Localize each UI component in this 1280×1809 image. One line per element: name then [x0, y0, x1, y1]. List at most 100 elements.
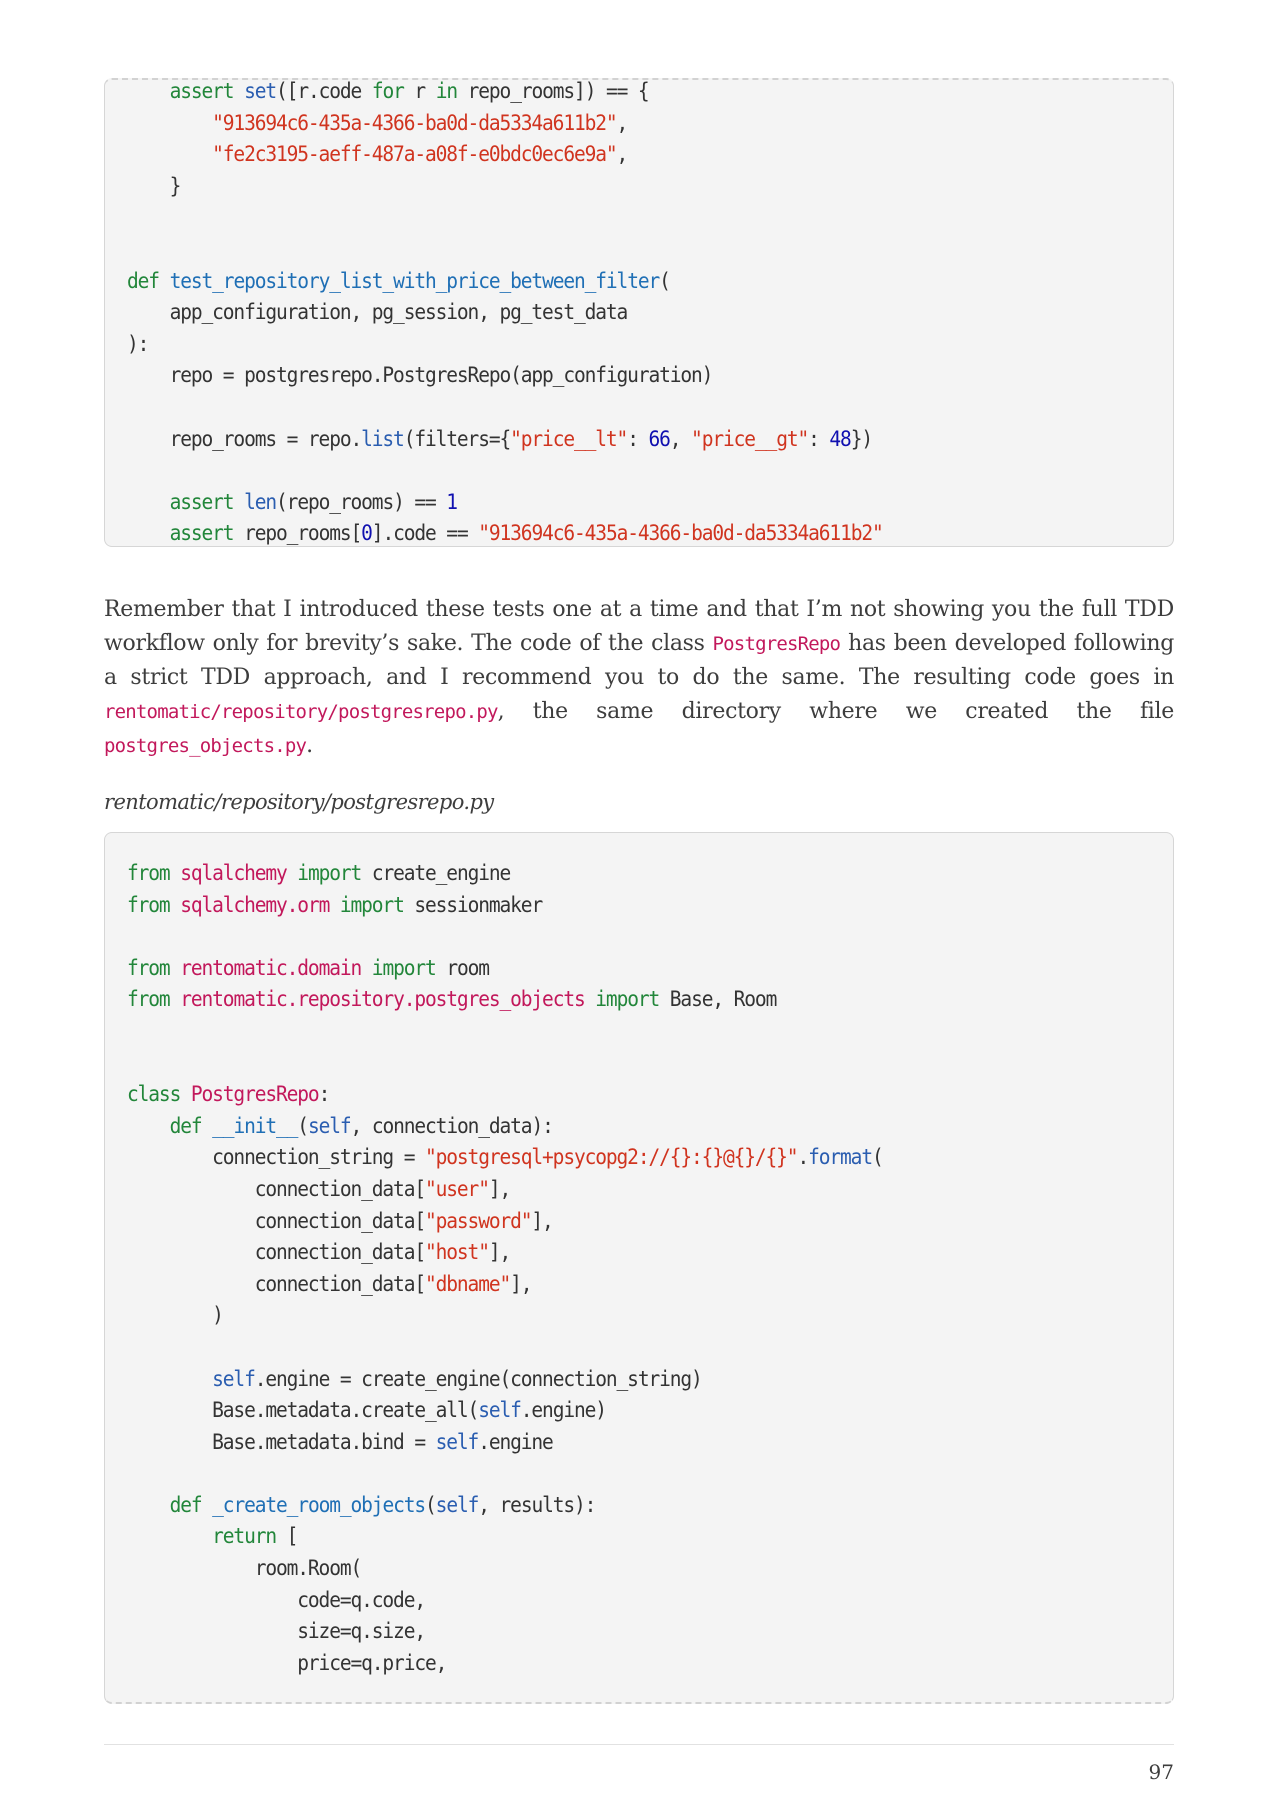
code-token-plain: connection_data[ — [127, 1271, 426, 1296]
code-token-builtin: self — [435, 1492, 480, 1517]
code-token-plain: ].code == — [371, 521, 479, 546]
code-line: "fe2c3195-aeff-487a-a08f-e0bdc0ec6e9a", — [127, 139, 1090, 171]
code-line: ) — [127, 1300, 1090, 1332]
code-line: repo = postgresrepo.PostgresRepo(app_con… — [127, 360, 1090, 392]
code-line: app_configuration, pg_session, pg_test_d… — [127, 297, 1090, 329]
code-token-plain: ( — [659, 268, 671, 293]
code-token-function-name: test_repository_list_with_price_between_… — [169, 268, 661, 293]
code-token-plain: (repo_rooms) == — [276, 489, 447, 514]
code-token-builtin: self — [435, 1429, 480, 1454]
code-token-string: "price__gt" — [691, 426, 809, 451]
code-line: size=q.size, — [127, 1616, 1090, 1648]
code-token-number: 1 — [446, 489, 458, 514]
code-token-keyword: import — [339, 892, 405, 917]
code-line: repo_rooms = repo.list(filters={"price__… — [127, 424, 1090, 456]
code-token-plain: app_configuration, pg_session, pg_test_d… — [127, 300, 629, 325]
code-line: Base.metadata.bind = self.engine — [127, 1427, 1090, 1459]
code-token-plain: Base.metadata.create_all( — [127, 1398, 479, 1423]
inline-code: rentomatic/repository/postgresrepo.py — [104, 701, 498, 723]
code-token-module: rentomatic.repository.postgres_objects — [180, 987, 586, 1012]
code-token-keyword: from — [127, 892, 171, 917]
code-token-plain: , results): — [478, 1492, 596, 1517]
code-token-plain: ([r.code — [276, 79, 372, 103]
code-token-keyword: assert — [169, 79, 235, 103]
code-line: connection_data["user"], — [127, 1174, 1090, 1206]
code-token-plain: ], — [531, 1208, 553, 1233]
code-token-plain: ( — [297, 1113, 309, 1138]
code-token-keyword: def — [169, 1492, 203, 1517]
code-token-plain: code=q.code, — [127, 1587, 426, 1612]
code-token-plain: , — [669, 426, 692, 451]
code-token-plain: ], — [510, 1271, 532, 1296]
code-line: price=q.price, — [127, 1648, 1090, 1680]
code-token-keyword: def — [169, 1113, 203, 1138]
code-token-keyword: assert — [169, 521, 235, 546]
code-token-keyword: import — [371, 955, 437, 980]
code-token-function-name: __init__ — [212, 1113, 298, 1138]
code-token-plain: : — [808, 426, 830, 451]
code-line: "913694c6-435a-4366-ba0d-da5334a611b2", — [127, 108, 1090, 140]
code-line: from rentomatic.domain import room — [127, 953, 1090, 985]
code-line: class PostgresRepo: — [127, 1079, 1090, 1111]
code-line: assert set([r.code for r in repo_rooms])… — [127, 76, 1090, 108]
code-token-keyword: in — [435, 79, 458, 103]
paragraph-text: . — [306, 733, 313, 758]
code-token-string: "password" — [424, 1208, 533, 1233]
code-line: def __init__(self, connection_data): — [127, 1111, 1090, 1143]
code-token-module: sqlalchemy — [180, 861, 288, 885]
code-token-plain: }) — [850, 426, 873, 451]
code-token-plain: room.Room( — [127, 1556, 363, 1581]
code-token-keyword: import — [595, 987, 660, 1012]
code-line: self.engine = create_engine(connection_s… — [127, 1364, 1090, 1396]
code-line: connection_data["password"], — [127, 1206, 1090, 1238]
code-token-plain: : — [627, 426, 649, 451]
code-token-builtin: format — [808, 1145, 873, 1170]
code-token-builtin: len — [244, 489, 277, 514]
code-token-string: "user" — [424, 1176, 490, 1201]
code-token-number: 0 — [361, 521, 373, 546]
code-token-plain: connection_string = — [127, 1145, 425, 1170]
code-token-string: "host" — [424, 1240, 490, 1265]
code-token-module: rentomatic.domain — [180, 955, 362, 980]
code-token-keyword: for — [371, 79, 405, 103]
code-line: code=q.code, — [127, 1585, 1090, 1617]
code-token-plain: , — [616, 110, 629, 135]
code-token-function-name: _create_room_objects — [212, 1492, 426, 1517]
code-token-plain: create_engine — [361, 861, 511, 885]
paragraph-text: , the same directory where we created th… — [497, 699, 1175, 724]
code-token-keyword: from — [127, 987, 171, 1012]
code-line: return [ — [127, 1521, 1090, 1553]
code-token-string: "fe2c3195-aeff-487a-a08f-e0bdc0ec6e9a" — [212, 142, 618, 167]
code-token-plain: ): — [127, 331, 149, 356]
code-token-string: "913694c6-435a-4366-ba0d-da5334a611b2" — [212, 110, 618, 135]
code-token-plain: Base.metadata.bind = — [127, 1429, 436, 1454]
footer-divider — [104, 1744, 1174, 1745]
code-lines: assert set([r.code for r in repo_rooms])… — [127, 76, 1163, 550]
code-token-keyword: from — [127, 861, 171, 885]
code-token-plain: , — [616, 142, 629, 167]
code-block-postgresrepo: from sqlalchemy import create_engine from… — [104, 832, 1174, 1704]
code-token-plain: ], — [488, 1176, 511, 1201]
code-token-number: 48 — [829, 426, 851, 451]
code-token-builtin: set — [244, 79, 277, 103]
code-lines: from sqlalchemy import create_engine from… — [127, 858, 1163, 1679]
code-token-plain: (filters={ — [403, 426, 512, 451]
code-token-plain: , connection_data): — [350, 1113, 554, 1138]
code-token-plain: .engine — [478, 1429, 554, 1454]
code-token-string: "price__lt" — [510, 426, 628, 451]
code-line: } — [127, 171, 1090, 203]
